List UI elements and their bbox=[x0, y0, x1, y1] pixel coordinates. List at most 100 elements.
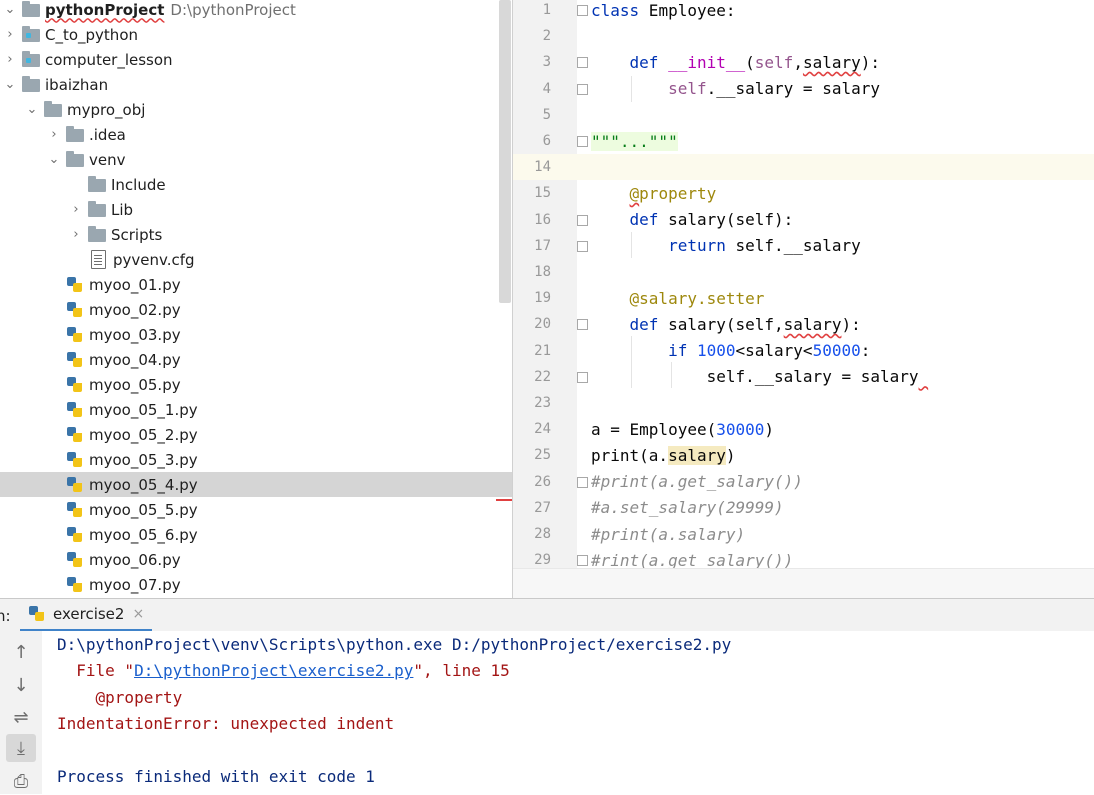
scroll-to-end-icon[interactable]: ⤓ bbox=[6, 734, 36, 762]
fold-marker-icon[interactable] bbox=[577, 555, 588, 567]
code-line[interactable]: 4 self.__salary = salary bbox=[513, 76, 1094, 102]
chevron-down-icon[interactable]: ⌄ bbox=[24, 102, 40, 118]
code-line[interactable]: 16 def salary(self): bbox=[513, 207, 1094, 233]
chevron-down-icon[interactable]: ⌄ bbox=[2, 77, 18, 93]
code-line[interactable]: 6 """...""" bbox=[513, 128, 1094, 154]
code-line[interactable]: 27 #a.set_salary(29999) bbox=[513, 495, 1094, 521]
fold-marker-icon[interactable] bbox=[577, 319, 588, 331]
python-file-icon bbox=[66, 351, 84, 369]
chevron-down-icon[interactable]: ⌄ bbox=[46, 152, 62, 168]
code-line[interactable]: 22 self.__salary = salary bbox=[513, 364, 1094, 390]
code-line[interactable]: 2 bbox=[513, 23, 1094, 49]
code-text: self.__salary = salary bbox=[668, 79, 880, 99]
tree-item[interactable]: ›myoo_05_3.py bbox=[0, 447, 512, 472]
tree-item[interactable]: › Scripts bbox=[0, 222, 512, 247]
tree-item[interactable]: ›pyvenv.cfg bbox=[0, 247, 512, 272]
line-number: 5 bbox=[542, 106, 551, 123]
code-line[interactable]: 29 #rint(a.get_salary()) bbox=[513, 547, 1094, 568]
scroll-up-icon[interactable]: ↑ bbox=[6, 638, 36, 666]
code-text: self.__salary = salary bbox=[591, 367, 919, 387]
tree-item[interactable]: ›myoo_01.py bbox=[0, 272, 512, 297]
fold-marker-icon[interactable] bbox=[577, 476, 588, 488]
code-line[interactable]: 19 @salary.setter bbox=[513, 285, 1094, 311]
tree-item[interactable]: › .idea bbox=[0, 122, 512, 147]
chevron-right-icon[interactable]: › bbox=[2, 27, 18, 43]
line-number: 2 bbox=[542, 28, 551, 45]
tree-item[interactable]: ⌄ venv bbox=[0, 147, 512, 172]
code-line[interactable]: 21 if 1000<salary<50000: bbox=[513, 338, 1094, 364]
code-text: if 1000<salary<50000: bbox=[668, 341, 871, 361]
tree-item[interactable]: ›myoo_05_2.py bbox=[0, 422, 512, 447]
code-line[interactable]: 20 def salary(self,salary): bbox=[513, 311, 1094, 337]
line-number: 18 bbox=[534, 264, 551, 280]
tree-item[interactable]: › C_to_python bbox=[0, 22, 512, 47]
code-line[interactable]: 17 return self.__salary bbox=[513, 233, 1094, 259]
code-line[interactable]: 18 bbox=[513, 259, 1094, 285]
code-line[interactable]: 25 print(a.salary) bbox=[513, 442, 1094, 468]
error-stripe-marker[interactable] bbox=[496, 499, 512, 501]
project-tree[interactable]: ⌄ pythonProject D:\pythonProject › C_to_p… bbox=[0, 0, 512, 598]
code-line[interactable]: 24 a = Employee(30000) bbox=[513, 416, 1094, 442]
fold-marker-icon[interactable] bbox=[577, 83, 588, 95]
tree-item[interactable]: ›myoo_05.py bbox=[0, 372, 512, 397]
tree-item-label: .idea bbox=[89, 125, 126, 144]
fold-marker-icon[interactable] bbox=[577, 371, 588, 383]
editor-horizontal-scrollbar[interactable] bbox=[513, 568, 1094, 599]
tree-item[interactable]: ›myoo_05_1.py bbox=[0, 397, 512, 422]
tree-item[interactable]: ⌄ ibaizhan bbox=[0, 72, 512, 97]
tree-item-label: C_to_python bbox=[45, 25, 139, 44]
code-line[interactable]: 26 #print(a.get_salary()) bbox=[513, 469, 1094, 495]
print-icon[interactable]: ⎙ bbox=[6, 767, 36, 795]
tree-item[interactable]: ›myoo_06.py bbox=[0, 547, 512, 572]
tree-scrollbar[interactable] bbox=[499, 0, 511, 303]
fold-marker-icon[interactable] bbox=[577, 214, 588, 226]
code-text: #rint(a.get_salary()) bbox=[591, 550, 794, 568]
file-link[interactable]: D:\pythonProject\exercise2.py bbox=[134, 661, 413, 680]
tree-item[interactable]: › Lib bbox=[0, 197, 512, 222]
tree-item-label: Include bbox=[111, 175, 166, 194]
chevron-right-icon[interactable]: › bbox=[68, 202, 84, 218]
tree-item[interactable]: ›Include bbox=[0, 172, 512, 197]
code-line[interactable]: 3 def __init__(self,salary): bbox=[513, 49, 1094, 75]
project-root-row[interactable]: ⌄ pythonProject D:\pythonProject bbox=[0, 0, 512, 22]
code-line[interactable]: 23 bbox=[513, 390, 1094, 416]
soft-wrap-icon[interactable]: ⇌ bbox=[6, 703, 36, 731]
scroll-down-icon[interactable]: ↓ bbox=[6, 671, 36, 699]
tree-item-label: myoo_05_4.py bbox=[89, 475, 198, 494]
folder-icon bbox=[22, 1, 40, 17]
tree-item[interactable]: ›myoo_04.py bbox=[0, 347, 512, 372]
run-tab-exercise2[interactable]: exercise2 × bbox=[20, 599, 153, 632]
chevron-right-icon[interactable]: › bbox=[68, 227, 84, 243]
code-line[interactable]: 14 bbox=[513, 154, 1094, 181]
chevron-right-icon[interactable]: › bbox=[2, 52, 18, 68]
code-line[interactable]: 15 @property bbox=[513, 180, 1094, 206]
code-text: @salary.setter bbox=[629, 288, 765, 308]
code-line[interactable]: 1 class Employee: bbox=[513, 0, 1094, 23]
tree-item[interactable]: ⌄ mypro_obj bbox=[0, 97, 512, 122]
line-number: 16 bbox=[534, 211, 551, 228]
tree-item-label: myoo_05.py bbox=[89, 375, 181, 394]
tree-item[interactable]: › computer_lesson bbox=[0, 47, 512, 72]
tree-item[interactable]: ›myoo_05_5.py bbox=[0, 497, 512, 522]
tree-item-label: myoo_05_6.py bbox=[89, 525, 198, 544]
tree-item[interactable]: ›myoo_02.py bbox=[0, 297, 512, 322]
tree-item-label: myoo_07.py bbox=[89, 575, 181, 594]
fold-marker-icon[interactable] bbox=[577, 136, 588, 147]
code-text: """...""" bbox=[591, 131, 678, 151]
code-line[interactable]: 28 #print(a.salary) bbox=[513, 521, 1094, 547]
run-console-output[interactable]: D:\pythonProject\venv\Scripts\python.exe… bbox=[42, 631, 1094, 794]
fold-marker-icon[interactable] bbox=[577, 57, 588, 69]
chevron-down-icon[interactable]: ⌄ bbox=[2, 2, 18, 18]
close-icon[interactable]: × bbox=[132, 606, 144, 622]
tree-item[interactable]: ›myoo_07.py bbox=[0, 572, 512, 597]
code-text: #print(a.salary) bbox=[591, 524, 746, 544]
tree-item[interactable]: ›myoo_05_6.py bbox=[0, 522, 512, 547]
code-line[interactable]: 5 bbox=[513, 102, 1094, 128]
fold-marker-icon[interactable] bbox=[577, 240, 588, 252]
tree-item[interactable]: ›myoo_05_4.py bbox=[0, 472, 512, 497]
run-toolbar: ↑ ↓ ⇌ ⤓ ⎙ bbox=[0, 631, 43, 794]
fold-marker-icon[interactable] bbox=[577, 5, 588, 16]
tree-item[interactable]: ›myoo_03.py bbox=[0, 322, 512, 347]
chevron-right-icon[interactable]: › bbox=[46, 127, 62, 143]
code-editor[interactable]: 1 class Employee: 2 3 def __init__(self,sal… bbox=[513, 0, 1094, 568]
